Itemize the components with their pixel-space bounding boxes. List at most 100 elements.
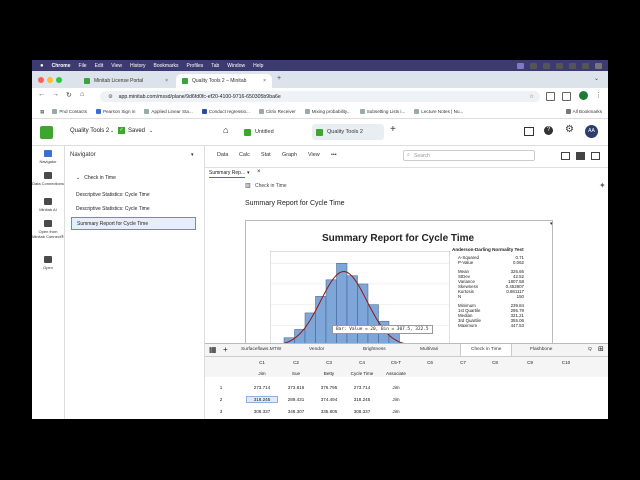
status-icon[interactable] xyxy=(582,62,589,69)
column-name[interactable]: Associate xyxy=(381,371,411,376)
sidepanel-icon[interactable] xyxy=(562,92,571,101)
bookmark-item[interactable]: Citrix Receiver xyxy=(258,109,296,114)
menu-calc[interactable]: Calc xyxy=(239,152,250,158)
worksheet-tab-active[interactable]: Check in Time xyxy=(460,344,513,356)
rail-open[interactable]: Open xyxy=(32,256,64,270)
sparkle-icon[interactable]: ✦ xyxy=(599,181,606,190)
column-id[interactable]: C7 xyxy=(448,360,478,365)
table-cell[interactable]: 289.431 xyxy=(281,397,311,402)
column-id[interactable]: C5-T xyxy=(381,360,411,365)
table-cell[interactable]: 376.795 xyxy=(314,385,344,390)
rail-minitab-ai[interactable]: Minitab AI xyxy=(32,198,64,212)
menu-bookmarks[interactable]: Bookmarks xyxy=(154,63,179,69)
rail-open-connect[interactable]: Open from Minitab Connect® xyxy=(32,220,64,239)
more-menu-icon[interactable]: ⋮ xyxy=(595,91,602,99)
histogram-bar[interactable] xyxy=(325,279,337,345)
chevron-down-icon[interactable]: ▾ xyxy=(247,170,250,176)
histogram-bar[interactable] xyxy=(304,312,316,345)
menu-edit[interactable]: Edit xyxy=(95,63,104,69)
minimize-window-icon[interactable] xyxy=(47,77,53,83)
table-cell[interactable]: 308.337 xyxy=(247,409,277,414)
column-id[interactable]: C3 xyxy=(314,360,344,365)
bookmark-star-icon[interactable]: ☆ xyxy=(529,94,534,100)
menu-view[interactable]: View xyxy=(308,152,320,158)
help-icon[interactable]: ? xyxy=(544,126,553,135)
navigator-group[interactable]: ⌄ Check in Time xyxy=(71,172,196,184)
table-cell[interactable]: 273.714 xyxy=(347,385,377,390)
menu-window[interactable]: Window xyxy=(227,63,245,69)
menu-app[interactable]: Chrome xyxy=(52,63,71,69)
home-icon[interactable]: ⌂ xyxy=(80,91,84,98)
column-id[interactable]: C8 xyxy=(480,360,510,365)
menu-tab[interactable]: Tab xyxy=(211,63,219,69)
table-cell[interactable]: 308.337 xyxy=(347,409,377,414)
project-title[interactable]: Quality Tools 2 xyxy=(70,128,109,134)
worksheet-tab[interactable]: Brightness xyxy=(363,347,386,352)
close-tab-icon[interactable]: × xyxy=(165,78,168,84)
url-field[interactable]: ⚙ app.minitab.com/mssd/plane/9d6fd0fc-ef… xyxy=(100,91,540,102)
column-name[interactable]: Jim xyxy=(247,371,277,376)
home-icon[interactable]: ⌂ xyxy=(223,125,228,135)
table-cell[interactable]: 335.805 xyxy=(314,409,344,414)
forward-icon[interactable]: → xyxy=(52,91,59,98)
profile-avatar[interactable] xyxy=(579,91,588,100)
table-cell[interactable]: 273.714 xyxy=(247,385,277,390)
search-input[interactable]: ⌕ Search xyxy=(403,150,535,161)
worksheet-tab[interactable]: MultiVari xyxy=(420,347,438,352)
row-number[interactable]: 3 xyxy=(213,409,229,414)
minitab-logo-icon[interactable] xyxy=(40,126,53,139)
report-menu-icon[interactable]: ▾ xyxy=(550,221,553,227)
close-tab-icon[interactable]: × xyxy=(263,78,266,84)
bookmark-item[interactable]: Applied Linear Sta... xyxy=(144,109,193,114)
menu-more[interactable]: ••• xyxy=(331,152,337,158)
bookmark-item[interactable]: Conduct regressio... xyxy=(201,109,250,114)
worksheet-tab[interactable]: Q xyxy=(588,347,592,352)
navigator-item[interactable]: Descriptive Statistics: Cycle Time xyxy=(71,189,196,201)
browser-tab-quality[interactable]: Quality Tools 2 – Minitab × xyxy=(176,74,272,88)
column-id[interactable]: C2 xyxy=(281,360,311,365)
layout-worksheet-icon[interactable] xyxy=(591,152,600,160)
menu-help[interactable]: Help xyxy=(253,63,263,69)
add-worksheet-button[interactable]: + xyxy=(223,345,228,354)
grid-icon[interactable]: ▦ xyxy=(209,345,217,354)
menu-data[interactable]: Data xyxy=(217,152,228,158)
table-cell[interactable]: 318.245 xyxy=(246,396,278,403)
tab-quality-tools[interactable]: Quality Tools 2 xyxy=(312,124,384,140)
status-icon[interactable] xyxy=(556,62,563,69)
worksheet-list-icon[interactable]: ⊞ xyxy=(598,345,604,353)
all-bookmarks[interactable]: All Bookmarks xyxy=(565,109,602,114)
wifi-icon[interactable] xyxy=(595,62,602,69)
row-number[interactable]: 1 xyxy=(213,385,229,390)
histogram-bar[interactable] xyxy=(315,296,327,345)
status-icon[interactable] xyxy=(530,62,537,69)
column-id[interactable]: C10 xyxy=(551,360,581,365)
worksheet-tab[interactable]: Flashbone xyxy=(530,347,552,352)
menu-file[interactable]: File xyxy=(79,63,87,69)
back-icon[interactable]: ← xyxy=(38,91,45,98)
new-tab-button[interactable]: + xyxy=(277,75,281,82)
close-icon[interactable]: × xyxy=(257,169,261,175)
close-window-icon[interactable] xyxy=(38,77,44,83)
worksheet-tab[interactable]: Vendor xyxy=(309,347,324,352)
output-tab[interactable]: Summary Rep... xyxy=(209,170,246,178)
chevron-down-icon[interactable]: ⌄ xyxy=(149,128,153,134)
menu-history[interactable]: History xyxy=(130,63,146,69)
status-icon[interactable] xyxy=(543,62,550,69)
chevron-down-icon[interactable]: ▾ xyxy=(191,152,194,158)
gear-icon[interactable]: ⚙ xyxy=(565,124,574,135)
user-avatar[interactable]: AA xyxy=(585,125,598,138)
table-cell[interactable]: Jim xyxy=(381,409,411,414)
menu-graph[interactable]: Graph xyxy=(282,152,297,158)
table-cell[interactable]: 373.816 xyxy=(281,385,311,390)
table-cell[interactable]: 374.494 xyxy=(314,397,344,402)
add-tab-button[interactable]: + xyxy=(390,124,396,135)
tab-search-icon[interactable]: ⌄ xyxy=(594,75,599,82)
apps-icon[interactable]: ▦ xyxy=(40,109,44,115)
column-name[interactable]: Cycle Time xyxy=(347,371,377,376)
layout-split-icon[interactable] xyxy=(561,152,570,160)
bookmark-item[interactable]: Mixing probability... xyxy=(304,109,351,114)
status-icon[interactable] xyxy=(517,62,524,69)
tab-untitled[interactable]: Untitled xyxy=(240,124,308,140)
bookmark-item[interactable]: Lecture Notes | Nu... xyxy=(414,109,463,114)
bookmark-item[interactable]: Pnd Contacts xyxy=(52,109,87,114)
